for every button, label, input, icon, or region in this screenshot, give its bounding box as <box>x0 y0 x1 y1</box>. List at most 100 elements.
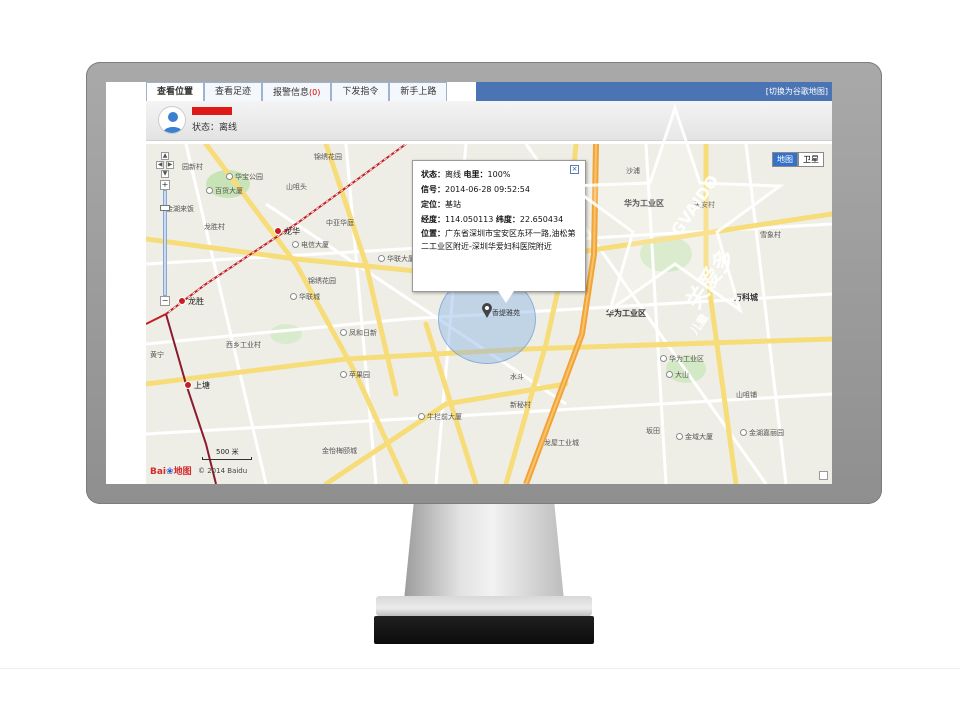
place-label-text: 电信大厦 <box>301 241 329 249</box>
place-label: 西乡工业村 <box>226 341 261 349</box>
place-label: 山咀铺 <box>736 391 757 399</box>
poi-icon <box>676 433 683 440</box>
zoom-out-button[interactable]: − <box>160 296 170 306</box>
popup-locate-label: 定位： <box>421 200 445 209</box>
alarm-count-badge: (0) <box>309 88 321 97</box>
popup-signal-label: 信号： <box>421 185 445 194</box>
stage: 查看位置 查看足迹 报警信息(0) 下发指令 新手上路 [切换为谷歌地图] 状态… <box>0 0 960 720</box>
map-pan-control[interactable]: ▲ ◀ ▶ ▼ <box>156 152 174 180</box>
place-label: 新秘村 <box>510 401 531 409</box>
switch-to-google-map-link[interactable]: [切换为谷歌地图] <box>766 82 828 101</box>
user-icon <box>163 112 183 133</box>
tab-send-command[interactable]: 下发指令 <box>331 82 390 101</box>
popup-coords-row: 经度：114.050113 纬度：22.650434 <box>421 212 577 227</box>
metro-station-label: 龙华 <box>284 227 300 236</box>
map-type-satellite-button[interactable]: 卫星 <box>798 152 824 167</box>
poi-icon <box>740 429 747 436</box>
poi-icon <box>292 241 299 248</box>
device-status: 状态：离线 <box>192 120 237 133</box>
map-type-switch: 地图 卫星 <box>772 152 824 167</box>
zoom-slider[interactable] <box>160 190 170 296</box>
popup-signal-value: 2014-06-28 09:52:54 <box>445 185 530 194</box>
poi-icon <box>666 371 673 378</box>
device-status-label: 状态： <box>192 123 220 133</box>
popup-lat-value: 22.650434 <box>519 215 564 224</box>
place-label: 龙屋工业城 <box>544 439 579 447</box>
place-label: 金域大厦 <box>676 432 713 442</box>
popup-signal-row: 信号：2014-06-28 09:52:54 <box>421 182 577 197</box>
map-expand-icon[interactable] <box>819 471 828 480</box>
monitor-stand-neck <box>404 504 564 600</box>
place-label: 华为工业区 <box>624 199 664 208</box>
map-scale-line <box>202 457 252 460</box>
place-label: 龙胜村 <box>204 223 225 231</box>
monitor-stand-foot <box>374 616 594 644</box>
device-info-popup: × 状态：离线 电里：100% 信号：2014-06-28 09:52:54 定… <box>412 160 586 292</box>
place-label: 华联大厦 <box>378 254 415 264</box>
place-label: 万科城 <box>734 293 758 302</box>
place-label: 园新村 <box>182 163 203 171</box>
device-name-redacted <box>192 107 232 115</box>
pan-down-icon[interactable]: ▼ <box>161 170 169 178</box>
metro-station-longhua: 龙华 <box>274 226 300 237</box>
zoom-in-button[interactable]: + <box>160 180 170 190</box>
place-label-text: 华宝公园 <box>235 173 263 181</box>
place-label: 中亚华庭 <box>326 219 354 227</box>
place-label: 百货大厦 <box>206 186 243 196</box>
pan-right-icon[interactable]: ▶ <box>166 161 174 169</box>
baidu-paw-icon: ❀ <box>166 467 174 477</box>
tab-beginner-guide[interactable]: 新手上路 <box>389 82 448 101</box>
device-status-strip: 状态：离线 <box>146 101 832 141</box>
zoom-slider-thumb[interactable] <box>160 205 170 211</box>
close-icon[interactable]: × <box>570 165 579 174</box>
place-label-text: 大山 <box>675 371 689 379</box>
place-label: 华宝公园 <box>226 172 263 182</box>
tab-view-track[interactable]: 查看足迹 <box>204 82 263 101</box>
place-label: 山咀头 <box>286 183 307 191</box>
popup-lat-label: 纬度： <box>495 215 520 224</box>
place-label: 沙浦 <box>626 167 640 175</box>
place-label-text: 华联城 <box>299 293 320 301</box>
popup-battery-value: 100% <box>487 170 511 179</box>
baidu-logo-text: Bai <box>150 467 167 477</box>
map-type-map-button[interactable]: 地图 <box>772 152 798 167</box>
tab-view-location[interactable]: 查看位置 <box>146 82 205 101</box>
pan-left-icon[interactable]: ◀ <box>156 161 164 169</box>
metro-station-shangtang: 上塘 <box>184 380 210 391</box>
popup-lon-value: 114.050113 <box>445 215 494 224</box>
place-label: 水斗 <box>510 373 524 381</box>
popup-address-value: 广东省深圳市宝安区东环一路,油松第二工业区附近-深圳华爱妇科医院附近 <box>421 229 576 251</box>
place-label: 牛栏前大厦 <box>418 412 462 422</box>
poi-icon <box>340 371 347 378</box>
popup-address-label: 位置： <box>421 229 445 238</box>
popup-status-value: 离线 <box>445 170 461 179</box>
place-label: 金怡梅颐城 <box>322 447 357 455</box>
tab-alarm-info-label: 报警信息 <box>273 88 310 98</box>
map-zoom-control: ▲ ◀ ▶ ▼ + − <box>156 152 174 312</box>
metro-station-icon <box>178 297 186 305</box>
place-label: 电信大厦 <box>292 240 329 250</box>
place-label: 华为工业区 <box>606 309 646 318</box>
avatar[interactable] <box>158 106 186 134</box>
poi-icon <box>290 293 297 300</box>
place-label-text: 金湖嘉丽园 <box>749 429 784 437</box>
poi-icon <box>378 255 385 262</box>
poi-icon <box>206 187 213 194</box>
place-label-text: 苹果园 <box>349 371 370 379</box>
place-label: 坂田 <box>646 427 660 435</box>
place-label-text: 百货大厦 <box>215 187 243 195</box>
popup-pointer <box>498 291 514 303</box>
place-label-text: 牛栏前大厦 <box>427 413 462 421</box>
monitor-stand-base <box>376 596 592 616</box>
map-view[interactable]: 香缇雅苑 园新村 华宝公园 锦绣花园 山咀头 百货大厦 金湖来饭 龙胜村 中亚华… <box>146 144 832 484</box>
metro-station-label: 上塘 <box>194 381 210 390</box>
baidu-logo: Bai❀地图 <box>150 464 192 477</box>
popup-battery-label: 电里： <box>463 170 488 179</box>
metro-station-longsheng: 龙胜 <box>178 296 204 307</box>
metro-station-icon <box>184 381 192 389</box>
popup-locate-row: 定位：基站 <box>421 197 577 212</box>
tab-alarm-info[interactable]: 报警信息(0) <box>262 82 332 101</box>
pan-up-icon[interactable]: ▲ <box>161 152 169 160</box>
place-label: 金湖嘉丽园 <box>740 428 784 438</box>
place-label: 黄宁 <box>150 351 164 359</box>
